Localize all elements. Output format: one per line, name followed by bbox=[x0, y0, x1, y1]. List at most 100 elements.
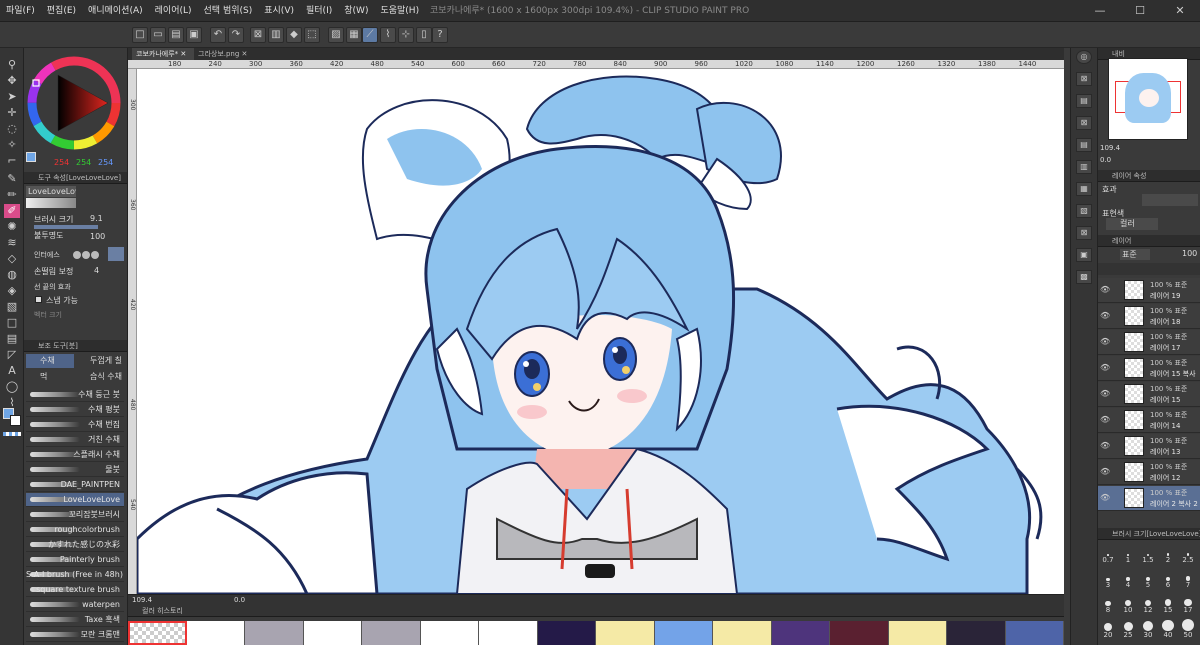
clear-icon[interactable]: ⊠ bbox=[250, 27, 266, 43]
layer-property-header[interactable]: 레이어 속성 bbox=[1098, 170, 1200, 182]
panel-icon-5[interactable]: ▥ bbox=[1076, 160, 1092, 174]
balloon-icon[interactable]: ◯ bbox=[4, 380, 20, 394]
eye-icon[interactable]: 👁 bbox=[1100, 415, 1110, 424]
color-swatch[interactable] bbox=[654, 621, 713, 645]
tab-kobo-close-icon[interactable]: ✕ bbox=[180, 50, 186, 58]
stabilization-value[interactable]: 4 bbox=[94, 266, 99, 275]
color-swatch[interactable] bbox=[245, 621, 304, 645]
eye-icon[interactable]: 👁 bbox=[1100, 441, 1110, 450]
layer-row[interactable]: 👁 100 % 표준 레이어 12 bbox=[1098, 460, 1200, 485]
brush-item[interactable]: roughcolorbrush bbox=[26, 523, 124, 537]
layer-row[interactable]: 👁 100 % 표준 레이어 15 bbox=[1098, 382, 1200, 407]
tab-reference[interactable]: 그라상보.png ✕ bbox=[194, 48, 254, 60]
brush-item[interactable]: 모란 크롬맨 bbox=[26, 628, 124, 642]
help-icon[interactable]: ? bbox=[432, 27, 448, 43]
color-swatch[interactable] bbox=[537, 621, 596, 645]
redo-icon[interactable]: ↷ bbox=[228, 27, 244, 43]
color-history-header[interactable]: 컬러 히스토리 bbox=[128, 605, 1064, 617]
menu-item[interactable]: 선택 범위(S) bbox=[198, 0, 259, 22]
subtool-tab-thick-paint[interactable]: 두껍게 칠 bbox=[76, 354, 126, 368]
decoration-icon[interactable]: ✺ bbox=[4, 220, 20, 234]
panel-icon-2[interactable]: ▤ bbox=[1076, 94, 1092, 108]
color-swatch[interactable] bbox=[771, 621, 830, 645]
eye-icon[interactable]: 👁 bbox=[1100, 337, 1110, 346]
menu-item[interactable]: 필터(I) bbox=[300, 0, 338, 22]
color-swatch[interactable] bbox=[830, 621, 889, 645]
tab-kobo[interactable]: 코보카나에루* ✕ bbox=[132, 48, 194, 60]
color-swatch[interactable] bbox=[479, 621, 538, 645]
eye-icon[interactable]: 👁 bbox=[1100, 467, 1110, 476]
panel-icon-9[interactable]: ▣ bbox=[1076, 248, 1092, 262]
effect-buttons[interactable] bbox=[1142, 194, 1198, 206]
text-icon[interactable]: A bbox=[4, 364, 20, 378]
panel-icon-8[interactable]: ⊠ bbox=[1076, 226, 1092, 240]
operation-icon[interactable]: ➤ bbox=[4, 90, 20, 104]
color-swatch[interactable] bbox=[362, 621, 421, 645]
airbrush-icon[interactable]: ≋ bbox=[4, 236, 20, 250]
color-swatch[interactable] bbox=[420, 621, 479, 645]
lasso-icon[interactable]: ◌ bbox=[4, 122, 20, 136]
canvas[interactable] bbox=[137, 69, 1064, 594]
opacity-value[interactable]: 100 bbox=[90, 232, 105, 241]
move-layer-icon[interactable]: ✛ bbox=[4, 106, 20, 120]
eyedropper-icon[interactable]: ⌐ bbox=[4, 154, 20, 168]
brush-size-preset[interactable]: 0.7 bbox=[1100, 544, 1116, 564]
panel-icon-4[interactable]: ▤ bbox=[1076, 138, 1092, 152]
brush-item[interactable]: S-A-I brush (Free in 48h) bbox=[26, 568, 124, 582]
snap-grid-icon[interactable]: ⊹ bbox=[398, 27, 414, 43]
zoom-readout[interactable]: 109.4 bbox=[132, 596, 152, 604]
ruler-icon[interactable]: ◸ bbox=[4, 348, 20, 362]
zoom-icon[interactable]: ⚲ bbox=[4, 58, 20, 72]
panel-icon-7[interactable]: ▧ bbox=[1076, 204, 1092, 218]
brush-item[interactable]: 수채 둥근 붓 bbox=[26, 388, 124, 402]
layer-row[interactable]: 👁 100 % 표준 레이어 2 복사 2 bbox=[1098, 486, 1200, 511]
brush-size-header[interactable]: 브러시 크기[LoveLoveLove] bbox=[1098, 528, 1200, 540]
angle-readout[interactable]: 0.0 bbox=[234, 596, 245, 604]
panel-icon-1[interactable]: ⊠ bbox=[1076, 72, 1092, 86]
figure-icon[interactable]: □ bbox=[4, 316, 20, 330]
subtool-tab-wet-watercolor[interactable]: 습식 수채 bbox=[76, 370, 126, 384]
subtool-tab-watercolor[interactable]: 수채 bbox=[26, 354, 74, 368]
color-swatch[interactable] bbox=[303, 621, 362, 645]
sub-color-swatch[interactable] bbox=[10, 415, 21, 426]
brush-size-preset[interactable]: 8 bbox=[1100, 594, 1116, 614]
layer-row[interactable]: 👁 100 % 표준 레이어 14 bbox=[1098, 408, 1200, 433]
tab-reference-close-icon[interactable]: ✕ bbox=[242, 50, 248, 58]
panel-icon-3[interactable]: ⊠ bbox=[1076, 116, 1092, 130]
brush-size-preset[interactable]: 2.5 bbox=[1180, 544, 1196, 564]
color-swatch[interactable] bbox=[713, 621, 772, 645]
brush-item[interactable]: waterpen bbox=[26, 598, 124, 612]
expression-select[interactable]: 컬러 bbox=[1106, 218, 1158, 230]
maximize-button[interactable]: ☐ bbox=[1120, 0, 1160, 22]
menu-item[interactable]: 파일(F) bbox=[0, 0, 41, 22]
blend-icon[interactable]: ◍ bbox=[4, 268, 20, 282]
brush-size-preset[interactable]: 10 bbox=[1120, 594, 1136, 614]
eye-icon[interactable]: 👁 bbox=[1100, 363, 1110, 372]
fill-tool-icon[interactable]: ◈ bbox=[4, 284, 20, 298]
menu-item[interactable]: 편집(E) bbox=[41, 0, 82, 22]
brush-item[interactable]: LoveLoveLove bbox=[26, 493, 124, 507]
brush-item[interactable]: 스플래시 수채 bbox=[26, 448, 124, 462]
frame-icon[interactable]: ▤ bbox=[4, 332, 20, 346]
navigator-preview[interactable] bbox=[1108, 58, 1188, 140]
folder-icon[interactable]: ▤ bbox=[168, 27, 184, 43]
panel-icon-6[interactable]: ▦ bbox=[1076, 182, 1092, 196]
brush-size-preset[interactable]: 20 bbox=[1100, 619, 1116, 639]
new-canvas-icon[interactable]: □ bbox=[132, 27, 148, 43]
brush-size-preset[interactable]: 50 bbox=[1180, 619, 1196, 639]
brush-item[interactable]: 꼬리잡붓브러시 bbox=[26, 508, 124, 522]
color-swatch[interactable] bbox=[1005, 621, 1064, 645]
menu-item[interactable]: 레이어(L) bbox=[149, 0, 198, 22]
transform-icon[interactable]: ⬚ bbox=[304, 27, 320, 43]
brush-size-preset[interactable]: 40 bbox=[1160, 619, 1176, 639]
brush-size-preset[interactable]: 2 bbox=[1160, 544, 1176, 564]
brush-size-preset[interactable]: 3 bbox=[1100, 569, 1116, 589]
eye-icon[interactable]: 👁 bbox=[1100, 285, 1110, 294]
pencil-icon[interactable]: ✏ bbox=[4, 188, 20, 202]
snap-special-ruler-icon[interactable]: ⌇ bbox=[380, 27, 396, 43]
subtool-header[interactable]: 보조 도구[붓] bbox=[24, 340, 127, 352]
brush-icon[interactable]: ✐ bbox=[4, 204, 20, 218]
close-button[interactable]: ✕ bbox=[1160, 0, 1200, 22]
brush-item[interactable]: DAE_PAINTPEN bbox=[26, 478, 124, 492]
brush-item[interactable]: 거친 수채 bbox=[26, 433, 124, 447]
